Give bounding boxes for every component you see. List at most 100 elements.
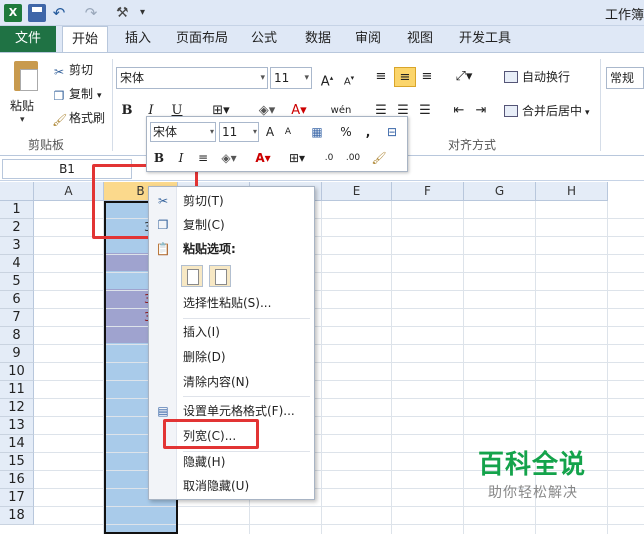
tab-file[interactable]: 文件 xyxy=(0,26,56,52)
wrap-text-button[interactable]: 自动换行 xyxy=(504,67,570,87)
merge-center-label: 合并后居中 xyxy=(522,104,583,118)
tab-view[interactable]: 视图 xyxy=(404,26,436,52)
mini-font-select[interactable]: 宋体 ▾ xyxy=(150,122,216,142)
wrap-text-icon xyxy=(504,71,518,83)
row-header-10[interactable]: 10 xyxy=(0,363,34,381)
save-icon[interactable] xyxy=(28,4,46,22)
number-format-select[interactable]: 常规 xyxy=(606,67,644,89)
row-header-1[interactable]: 1 xyxy=(0,201,34,219)
menu-item-delete[interactable]: 删除(D) xyxy=(183,346,226,368)
row-header-8[interactable]: 8 xyxy=(0,327,34,345)
font-name-value: 宋体 xyxy=(120,71,145,85)
row-header-17[interactable]: 17 xyxy=(0,489,34,507)
tab-insert[interactable]: 插入 xyxy=(118,26,158,52)
mini-shrink-font-icon[interactable]: A xyxy=(281,123,295,141)
chevron-down-icon: ▾ xyxy=(304,73,309,83)
orientation-icon[interactable]: ⤢▾ xyxy=(450,67,478,87)
copy-icon: ❐ xyxy=(53,89,65,103)
menu-item-copy[interactable]: 复制(C) xyxy=(183,214,225,236)
cut-label: 剪切 xyxy=(69,63,94,77)
menu-item-hide[interactable]: 隐藏(H) xyxy=(183,451,225,473)
tab-formulas[interactable]: 公式 xyxy=(248,26,280,52)
column-header-f[interactable]: F xyxy=(392,182,464,201)
align-bottom-icon[interactable]: ≡ xyxy=(418,67,436,87)
tab-page-layout[interactable]: 页面布局 xyxy=(172,26,232,52)
quick-access-toolbar: X ↶ ↷ ⚒ ▾ 工作簿 xyxy=(0,0,644,26)
mini-font-color-icon[interactable]: A▾ xyxy=(252,149,274,167)
mini-border-icon[interactable]: ⊞▾ xyxy=(286,149,308,167)
mini-align-icon[interactable]: ≡ xyxy=(196,149,210,167)
column-header-h[interactable]: H xyxy=(536,182,608,201)
menu-item-unhide[interactable]: 取消隐藏(U) xyxy=(183,475,249,497)
row-header-18[interactable]: 18 xyxy=(0,507,34,525)
paste-option-values-icon[interactable] xyxy=(209,265,231,287)
shrink-font-button[interactable]: A▾ xyxy=(340,68,358,88)
undo-icon[interactable]: ↶ xyxy=(50,4,68,22)
menu-item-cut[interactable]: 剪切(T) xyxy=(183,190,224,212)
format-painter-button[interactable]: 🖌 格式刷 xyxy=(52,109,105,127)
scissors-icon: ✂ xyxy=(53,65,65,79)
customize-icon[interactable]: ⚒ xyxy=(116,4,134,22)
row-header-5[interactable]: 5 xyxy=(0,273,34,291)
column-header-g[interactable]: G xyxy=(464,182,536,201)
chevron-down-icon: ▾ xyxy=(585,108,590,118)
align-right-icon[interactable]: ☰ xyxy=(416,101,434,121)
format-painter-label: 格式刷 xyxy=(69,111,106,125)
font-size-value: 11 xyxy=(274,71,290,85)
row-header-15[interactable]: 15 xyxy=(0,453,34,471)
mini-fill-color-icon[interactable]: ◈▾ xyxy=(218,149,240,167)
decrease-decimal-icon[interactable]: .00 xyxy=(342,149,364,167)
row-header-12[interactable]: 12 xyxy=(0,399,34,417)
watermark-subtitle: 助你轻松解决 xyxy=(488,485,578,501)
mini-bold-button[interactable]: B xyxy=(152,149,166,167)
menu-item-paste-special[interactable]: 选择性粘贴(S)... xyxy=(183,292,271,314)
menu-item-clear-contents[interactable]: 清除内容(N) xyxy=(183,371,249,393)
percent-button[interactable]: % xyxy=(339,123,353,141)
align-middle-icon[interactable]: ≡ xyxy=(394,67,416,87)
cell-style-icon[interactable]: ▦ xyxy=(307,123,327,141)
qat-dropdown-icon[interactable]: ▾ xyxy=(140,4,150,22)
menu-item-insert[interactable]: 插入(I) xyxy=(183,321,220,343)
row-header-16[interactable]: 16 xyxy=(0,471,34,489)
copy-button[interactable]: ❐ 复制 ▾ xyxy=(52,85,102,103)
cut-button[interactable]: ✂ 剪切 xyxy=(52,61,93,79)
tab-review[interactable]: 审阅 xyxy=(352,26,384,52)
row-header-2[interactable]: 2 xyxy=(0,219,34,237)
select-all-corner[interactable] xyxy=(0,182,34,201)
column-header-e[interactable]: E xyxy=(322,182,392,201)
tab-data[interactable]: 数据 xyxy=(302,26,334,52)
bold-button[interactable]: B xyxy=(118,101,136,121)
mini-size-select[interactable]: 11 ▾ xyxy=(219,122,259,142)
tab-developer[interactable]: 开发工具 xyxy=(456,26,514,52)
row-header-14[interactable]: 14 xyxy=(0,435,34,453)
row-header-11[interactable]: 11 xyxy=(0,381,34,399)
mini-italic-button[interactable]: I xyxy=(174,149,188,167)
align-top-icon[interactable]: ≡ xyxy=(372,67,390,87)
grow-font-button[interactable]: A▴ xyxy=(318,68,336,89)
row-header-3[interactable]: 3 xyxy=(0,237,34,255)
row-header-4[interactable]: 4 xyxy=(0,255,34,273)
watermark: 百科全说 助你轻松解决 xyxy=(458,440,628,510)
decrease-indent-icon[interactable]: ⇤ xyxy=(450,101,468,121)
row-header-9[interactable]: 9 xyxy=(0,345,34,363)
mini-grow-font-icon[interactable]: A xyxy=(263,123,277,141)
comma-button[interactable]: , xyxy=(363,123,373,141)
paste-option-formatting-icon[interactable] xyxy=(181,265,203,287)
paste-button[interactable]: 粘贴 ▾ xyxy=(6,59,48,137)
merge-icon[interactable]: ⊟ xyxy=(383,123,401,141)
merge-center-button[interactable]: 合并后居中 ▾ xyxy=(504,101,590,121)
tab-home[interactable]: 开始 xyxy=(62,26,108,53)
font-name-select[interactable]: 宋体 ▾ xyxy=(116,67,268,89)
chevron-down-icon: ▾ xyxy=(252,127,257,136)
excel-icon[interactable]: X xyxy=(4,4,22,22)
row-header-13[interactable]: 13 xyxy=(0,417,34,435)
increase-decimal-icon[interactable]: .0 xyxy=(318,149,340,167)
increase-indent-icon[interactable]: ⇥ xyxy=(472,101,490,121)
row-header-6[interactable]: 6 xyxy=(0,291,34,309)
redo-icon[interactable]: ↷ xyxy=(82,4,100,22)
mini-format-painter-icon[interactable]: 🖌 xyxy=(370,149,388,167)
font-size-select[interactable]: 11 ▾ xyxy=(270,67,312,89)
paste-icon xyxy=(14,61,38,91)
row-header-7[interactable]: 7 xyxy=(0,309,34,327)
mini-toolbar: 宋体 ▾ 11 ▾ A A ▦ % , ⊟ B I ≡ ◈▾ A▾ ⊞▾ .0 .0… xyxy=(146,116,408,172)
